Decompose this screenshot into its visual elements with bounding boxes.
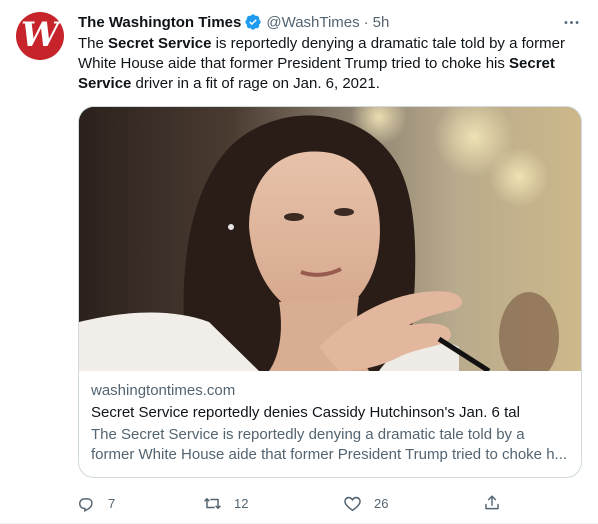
tweet-actions: 7 12 26: [72, 490, 512, 516]
display-name[interactable]: The Washington Times: [78, 14, 241, 31]
card-description: The Secret Service is reportedly denying…: [91, 426, 568, 463]
card-title[interactable]: Secret Service reportedly denies Cassidy…: [91, 403, 569, 423]
tweet-text-segment: driver in a fit of rage on Jan. 6, 2021.: [131, 75, 380, 92]
tweet[interactable]: W The Washington Times @WashTimes · 5h T…: [0, 0, 598, 524]
share-button[interactable]: [482, 493, 502, 513]
share-icon: [482, 493, 502, 513]
tweet-header: The Washington Times @WashTimes · 5h: [78, 12, 389, 32]
tweet-text: The Secret Service is reportedly denying…: [78, 34, 578, 94]
reply-count: 7: [108, 495, 116, 511]
like-count: 26: [374, 495, 389, 511]
retweet-button[interactable]: 12: [202, 493, 248, 513]
verified-badge-icon: [244, 13, 262, 31]
like-icon: [342, 493, 362, 513]
retweet-count: 12: [234, 495, 249, 511]
tweet-text-bold-segment[interactable]: Secret Service: [108, 35, 211, 52]
handle[interactable]: @WashTimes: [266, 14, 359, 31]
card-image[interactable]: [79, 107, 581, 371]
like-button[interactable]: 26: [342, 493, 388, 513]
card-body: washingtontimes.com Secret Service repor…: [79, 371, 581, 465]
more-icon[interactable]: [560, 12, 582, 32]
timestamp[interactable]: 5h: [373, 14, 390, 31]
retweet-icon: [202, 493, 222, 513]
reply-icon: [76, 493, 96, 513]
tweet-text-segment: The: [78, 35, 109, 52]
avatar[interactable]: W: [16, 12, 64, 60]
separator-dot: ·: [363, 13, 369, 31]
avatar-logo: W: [20, 15, 60, 55]
reply-button[interactable]: 7: [76, 493, 115, 513]
link-card[interactable]: washingtontimes.com Secret Service repor…: [78, 106, 582, 478]
card-domain: washingtontimes.com: [91, 382, 236, 399]
